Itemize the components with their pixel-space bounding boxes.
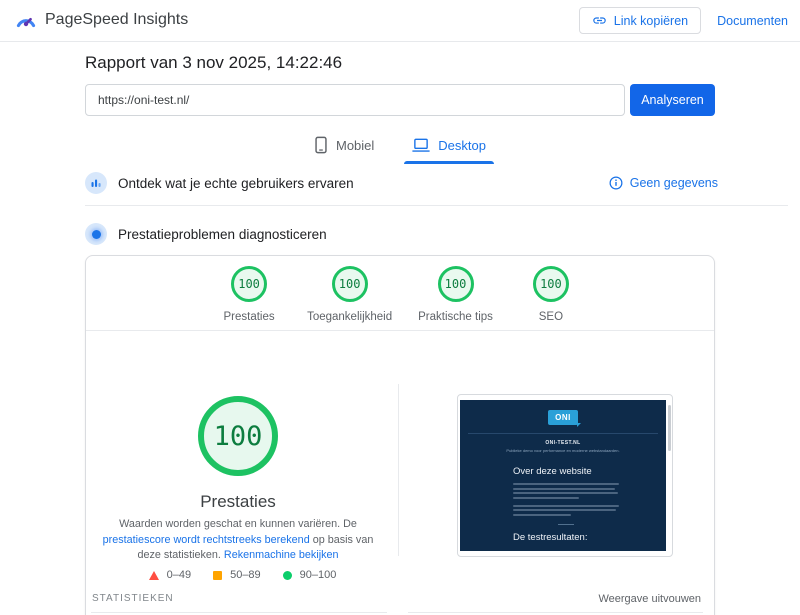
category-label: SEO — [538, 311, 564, 323]
app-header: PageSpeed Insights Link kopiëren Documen… — [0, 0, 800, 42]
category-label: Toegankelijkheid — [307, 311, 393, 323]
score-gauge-prestaties: 100 — [231, 266, 268, 302]
copy-link-label: Link kopiëren — [613, 13, 689, 28]
statistics-label: STATISTIEKEN — [92, 593, 174, 604]
final-screenshot-thumbnail[interactable]: ONI ONI-TEST.NL Publieke demo voor perfo… — [457, 394, 673, 557]
score-calculation-link[interactable]: prestatiescore wordt rechtstreeks bereke… — [103, 534, 310, 546]
preview-paragraph — [513, 504, 619, 516]
preview-site-tagline: Publieke demo voor performance en modern… — [506, 448, 620, 453]
performance-score-gauge: 100 — [198, 396, 278, 476]
preview-paragraph — [513, 483, 619, 499]
diagnose-title: Prestatieproblemen diagnosticeren — [118, 226, 327, 242]
stats-column-divider-right — [408, 612, 703, 613]
score-gauge-seo: 100 — [532, 266, 569, 302]
lighthouse-report-card: 100 Prestaties 100 Toegankelijkheid 100 … — [85, 255, 715, 615]
preview-scrollbar — [668, 405, 671, 451]
score-gauge-praktische-tips: 100 — [437, 266, 474, 302]
legend-range: 0–49 — [166, 569, 192, 581]
card-divider — [86, 330, 714, 331]
header-actions: Link kopiëren Documenten — [578, 7, 788, 34]
link-icon — [593, 17, 606, 24]
category-score-strip: 100 Prestaties 100 Toegankelijkheid 100 … — [86, 266, 714, 323]
score-gauge-toegankelijkheid: 100 — [331, 266, 368, 302]
expand-view-link[interactable]: Weergave uitvouwen — [598, 593, 701, 605]
copy-link-button[interactable]: Link kopiëren — [578, 7, 702, 34]
preview-page: ONI ONI-TEST.NL Publieke demo voor perfo… — [460, 400, 666, 551]
description-text: Waarden worden geschat en kunnen variëre… — [119, 518, 357, 530]
tab-mobile[interactable]: Mobiel — [304, 132, 384, 164]
performance-description: Waarden worden geschat en kunnen variëre… — [98, 517, 378, 564]
legend-item-high: 90–100 — [282, 569, 337, 581]
tab-desktop-label: Desktop — [438, 137, 486, 153]
category-toegankelijkheid[interactable]: 100 Toegankelijkheid — [307, 266, 392, 323]
category-label: Prestaties — [223, 311, 275, 323]
score-legend: 0–49 50–89 90–100 — [86, 569, 399, 581]
legend-item-mid: 50–89 — [213, 569, 261, 581]
field-data-title: Ontdek wat je echte gebruikers ervaren — [118, 175, 354, 191]
preview-header-rule — [468, 433, 658, 434]
preview-heading-results: De testresultaten: — [513, 531, 588, 543]
oni-logo: ONI — [548, 410, 581, 427]
red-triangle-icon — [148, 570, 159, 580]
category-prestaties[interactable]: 100 Prestaties — [217, 266, 281, 323]
documents-link[interactable]: Documenten — [717, 14, 788, 28]
device-tabs: Mobiel Desktop — [0, 132, 800, 164]
field-data-section-header: Ontdek wat je echte gebruikers ervaren G… — [85, 172, 718, 194]
green-circle-icon — [282, 570, 292, 580]
legend-range: 90–100 — [299, 569, 337, 581]
real-users-icon — [85, 172, 107, 194]
section-divider — [85, 205, 788, 206]
info-icon[interactable] — [609, 176, 623, 190]
analyze-button[interactable]: Analyseren — [630, 84, 715, 116]
preview-heading-about: Over deze website — [513, 466, 592, 477]
app-title: PageSpeed Insights — [45, 11, 189, 28]
orange-square-icon — [213, 570, 223, 580]
performance-title: Prestaties — [200, 492, 276, 511]
tab-desktop[interactable]: Desktop — [402, 132, 496, 164]
pagespeed-insights-page: PageSpeed Insights Link kopiëren Documen… — [0, 0, 800, 615]
laptop-icon — [412, 138, 430, 152]
oni-logo-tail — [577, 423, 581, 427]
no-data-link[interactable]: Geen gegevens — [630, 176, 718, 190]
tab-mobile-label: Mobiel — [336, 137, 375, 153]
category-seo[interactable]: 100 SEO — [519, 266, 583, 323]
report-title: Rapport van 3 nov 2025, 14:22:46 — [85, 53, 343, 72]
preview-content-column: Over deze website De testresultaten: — [513, 466, 619, 543]
pagespeed-logo-icon — [16, 17, 36, 28]
column-divider — [398, 384, 399, 556]
url-input[interactable] — [85, 84, 625, 116]
field-data-status: Geen gegevens — [609, 176, 718, 190]
calculator-link[interactable]: Rekenmachine bekijken — [224, 549, 339, 561]
legend-range: 50–89 — [230, 569, 261, 581]
category-label: Praktische tips — [418, 311, 493, 323]
preview-mini-divider — [558, 523, 574, 525]
oni-logo-text: ONI — [555, 413, 571, 422]
diagnose-section-header: Prestatieproblemen diagnosticeren — [85, 223, 327, 245]
smartphone-icon — [315, 136, 327, 154]
preview-site-name: ONI-TEST.NL — [545, 440, 581, 446]
category-praktische-tips[interactable]: 100 Praktische tips — [418, 266, 493, 323]
legend-item-low: 0–49 — [148, 569, 192, 581]
stats-column-divider-left — [91, 612, 387, 613]
diagnose-icon — [85, 223, 107, 245]
